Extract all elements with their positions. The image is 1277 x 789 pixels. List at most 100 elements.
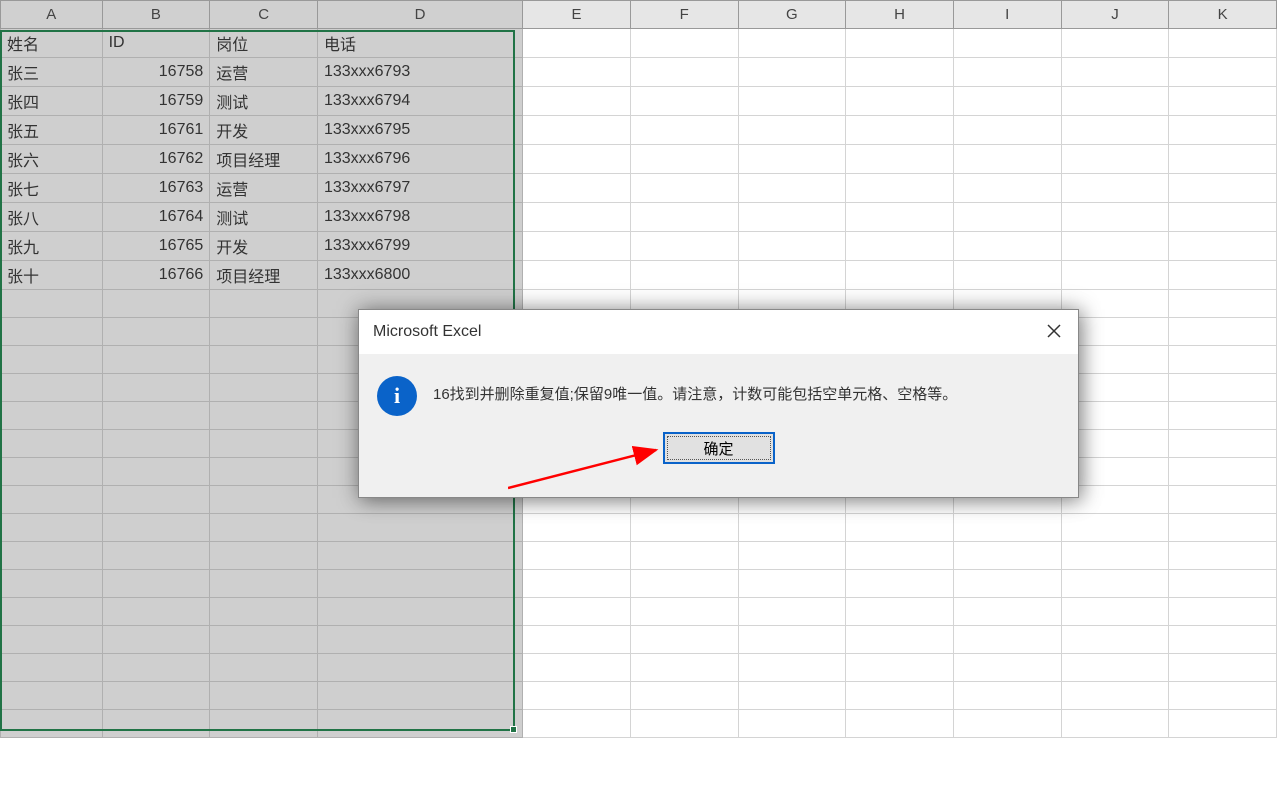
column-header-C[interactable]: C [210, 1, 318, 29]
cell[interactable] [102, 570, 210, 598]
cell[interactable] [1169, 710, 1277, 738]
cell[interactable] [630, 145, 738, 174]
cell[interactable] [1169, 374, 1277, 402]
cell[interactable] [846, 261, 954, 290]
cell[interactable] [1169, 290, 1277, 318]
cell[interactable] [846, 58, 954, 87]
cell[interactable] [630, 87, 738, 116]
cell[interactable] [953, 232, 1061, 261]
cell[interactable] [846, 87, 954, 116]
cell[interactable] [953, 58, 1061, 87]
cell[interactable]: 133xxx6794 [317, 87, 522, 116]
cell[interactable] [630, 626, 738, 654]
cell[interactable]: 运营 [210, 174, 318, 203]
cell[interactable] [1169, 458, 1277, 486]
cell[interactable] [1, 290, 103, 318]
cell[interactable]: 张四 [1, 87, 103, 116]
cell[interactable]: 张十 [1, 261, 103, 290]
cell[interactable] [523, 232, 631, 261]
cell[interactable] [317, 514, 522, 542]
cell[interactable] [953, 682, 1061, 710]
cell[interactable] [317, 654, 522, 682]
cell[interactable]: 133xxx6796 [317, 145, 522, 174]
cell[interactable] [953, 598, 1061, 626]
cell[interactable] [523, 29, 631, 58]
ok-button[interactable]: 确定 [663, 432, 775, 464]
cell[interactable] [1, 374, 103, 402]
column-header-H[interactable]: H [846, 1, 954, 29]
cell[interactable] [1061, 682, 1169, 710]
cell[interactable] [1061, 514, 1169, 542]
cell[interactable] [210, 430, 318, 458]
cell[interactable] [1061, 116, 1169, 145]
cell[interactable] [1, 514, 103, 542]
cell[interactable] [953, 514, 1061, 542]
cell[interactable] [1, 430, 103, 458]
cell[interactable] [953, 570, 1061, 598]
cell[interactable] [846, 174, 954, 203]
cell[interactable] [738, 145, 846, 174]
cell[interactable]: 张八 [1, 203, 103, 232]
cell[interactable] [630, 710, 738, 738]
cell[interactable] [1169, 145, 1277, 174]
cell[interactable] [102, 458, 210, 486]
cell[interactable] [102, 598, 210, 626]
cell[interactable] [1061, 710, 1169, 738]
cell[interactable] [1169, 626, 1277, 654]
column-header-J[interactable]: J [1061, 1, 1169, 29]
cell[interactable] [846, 542, 954, 570]
cell[interactable] [738, 626, 846, 654]
cell[interactable] [1169, 29, 1277, 58]
cell[interactable] [102, 402, 210, 430]
cell[interactable] [1061, 626, 1169, 654]
cell[interactable] [738, 87, 846, 116]
cell[interactable] [738, 710, 846, 738]
column-header-I[interactable]: I [953, 1, 1061, 29]
cell[interactable] [738, 58, 846, 87]
cell[interactable] [1, 626, 103, 654]
cell[interactable] [846, 203, 954, 232]
cell[interactable] [317, 542, 522, 570]
cell[interactable] [523, 598, 631, 626]
cell[interactable] [738, 654, 846, 682]
cell[interactable] [523, 116, 631, 145]
cell[interactable] [317, 598, 522, 626]
cell[interactable] [1061, 203, 1169, 232]
cell[interactable] [846, 710, 954, 738]
cell[interactable]: 16761 [102, 116, 210, 145]
cell[interactable] [523, 710, 631, 738]
cell[interactable] [846, 116, 954, 145]
cell[interactable] [1169, 116, 1277, 145]
cell[interactable] [102, 626, 210, 654]
cell[interactable]: 16763 [102, 174, 210, 203]
cell[interactable] [738, 598, 846, 626]
cell[interactable]: 岗位 [210, 29, 318, 58]
cell[interactable] [738, 514, 846, 542]
cell[interactable] [1169, 570, 1277, 598]
cell[interactable] [846, 232, 954, 261]
cell[interactable] [1169, 346, 1277, 374]
cell[interactable] [1169, 87, 1277, 116]
cell[interactable]: 开发 [210, 232, 318, 261]
cell[interactable] [102, 374, 210, 402]
cell[interactable] [210, 570, 318, 598]
cell[interactable]: 张三 [1, 58, 103, 87]
cell[interactable] [953, 626, 1061, 654]
cell[interactable] [1, 402, 103, 430]
cell[interactable] [1, 570, 103, 598]
cell[interactable] [1169, 402, 1277, 430]
cell[interactable] [953, 145, 1061, 174]
cell[interactable] [523, 626, 631, 654]
cell[interactable] [630, 58, 738, 87]
column-header-D[interactable]: D [317, 1, 522, 29]
cell[interactable] [1061, 174, 1169, 203]
column-header-B[interactable]: B [102, 1, 210, 29]
cell[interactable] [210, 290, 318, 318]
cell[interactable] [317, 682, 522, 710]
cell[interactable]: 运营 [210, 58, 318, 87]
cell[interactable] [1061, 261, 1169, 290]
cell[interactable] [953, 174, 1061, 203]
cell[interactable] [210, 514, 318, 542]
cell[interactable] [523, 570, 631, 598]
cell[interactable] [1169, 58, 1277, 87]
